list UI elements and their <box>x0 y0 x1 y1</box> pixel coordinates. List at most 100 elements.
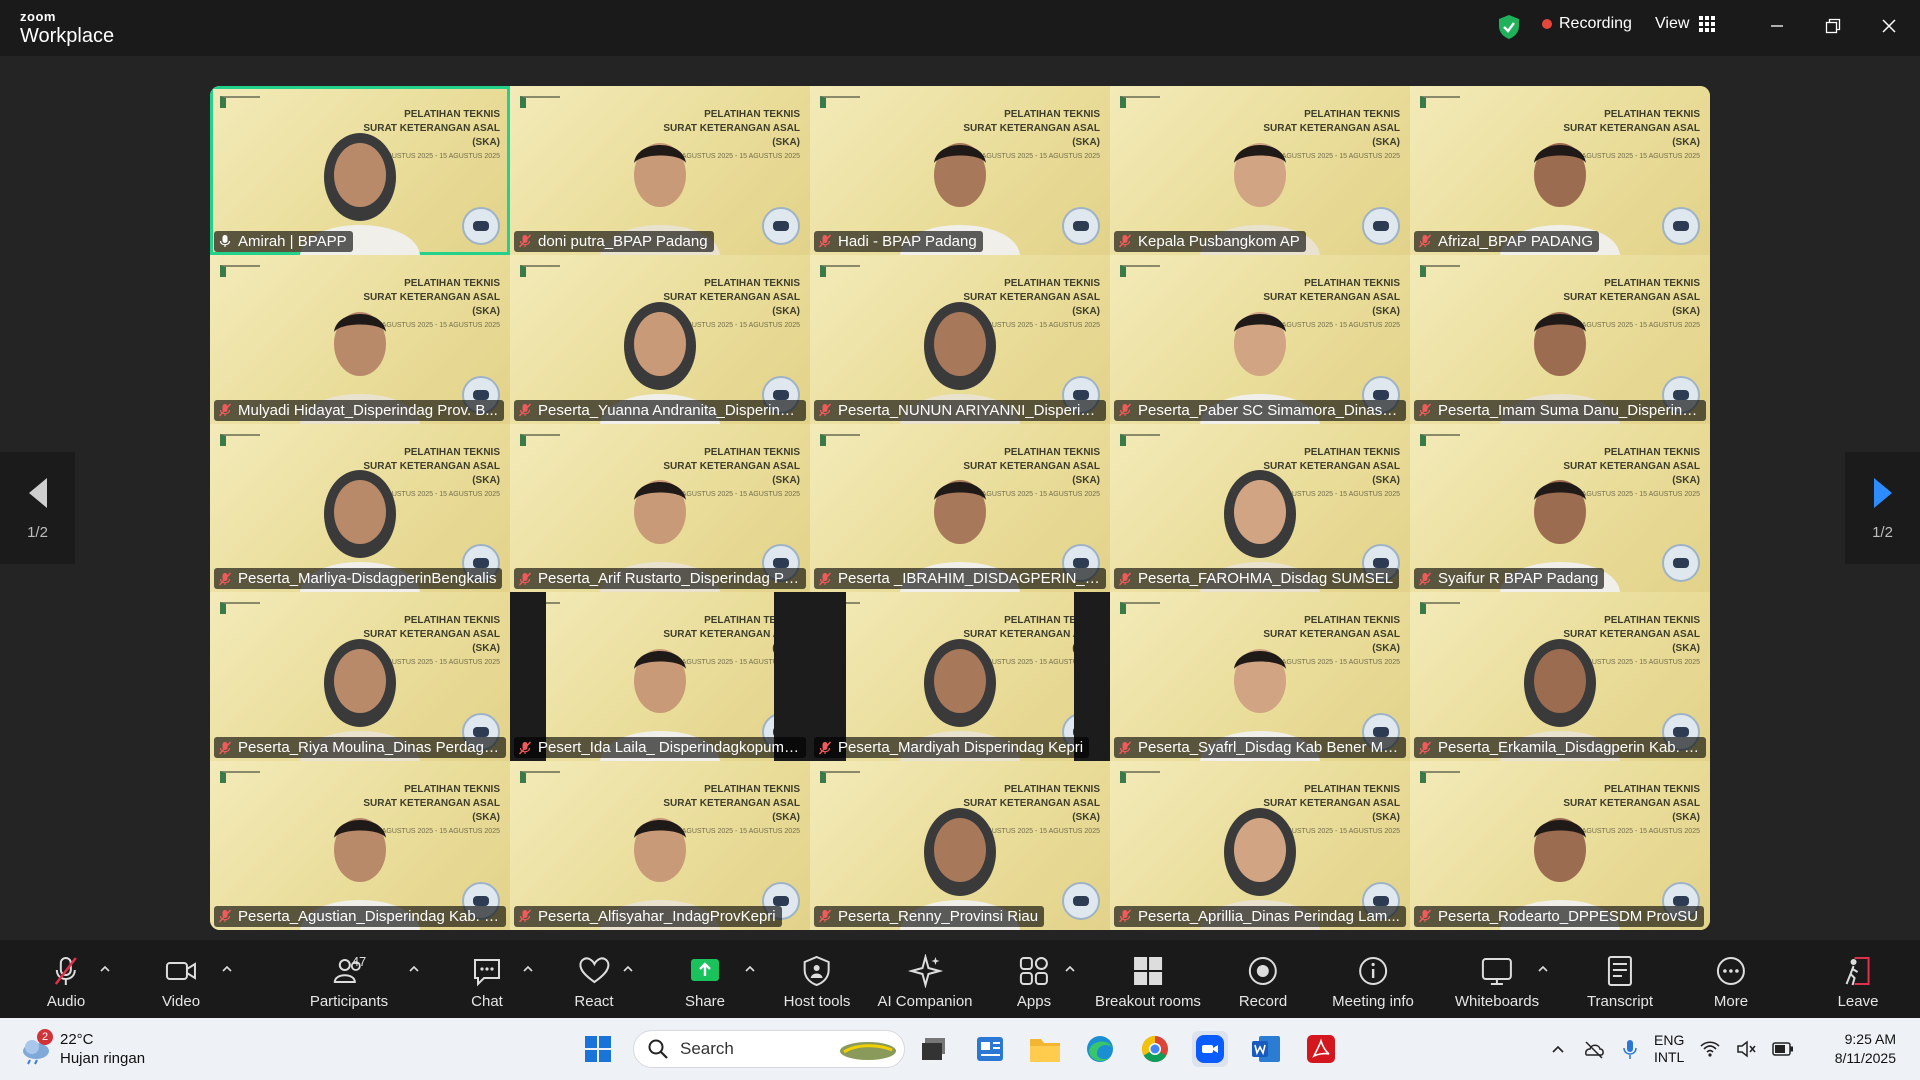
share-options-caret-icon[interactable] <box>743 962 757 976</box>
cloud-offline-icon[interactable] <box>1582 1039 1606 1059</box>
taskbar-task-view[interactable] <box>916 1031 952 1067</box>
video-tile[interactable]: PELATIHAN TEKNIS SURAT KETERANGAN ASAL (SK… <box>810 761 1110 930</box>
react-button[interactable]: React <box>574 954 614 1010</box>
taskbar-word-app[interactable] <box>1248 1031 1284 1067</box>
participant-name-label: Peserta_Aprillia_Dinas Perindag Lam... <box>1114 905 1406 927</box>
apps-options-caret-icon[interactable] <box>1063 962 1077 976</box>
view-button[interactable]: View <box>1655 15 1716 33</box>
search-highlight-icon <box>840 1042 896 1060</box>
apps-button[interactable]: Apps <box>1017 954 1051 1010</box>
taskbar-file-explorer[interactable] <box>1027 1031 1063 1067</box>
speaker-muted-icon[interactable] <box>1736 1040 1756 1058</box>
taskbar-edge-browser[interactable] <box>1082 1031 1118 1067</box>
video-tile[interactable]: PELATIHAN TEKNIS SURAT KETERANGAN ASAL (SK… <box>1410 423 1710 593</box>
participant-name-label: Peserta_Marliya-DisdagperinBengkalis <box>214 568 503 590</box>
battery-icon[interactable] <box>1772 1042 1794 1056</box>
minimize-button[interactable] <box>1755 10 1799 42</box>
participant-name-label: Peserta_Imam Suma Danu_Disperind... <box>1414 399 1706 421</box>
video-tile[interactable]: PELATIHAN TEKNIS SURAT KETERANGAN ASAL (SK… <box>510 761 810 930</box>
participant-name: Mulyadi Hidayat_Disperindag Prov. B... <box>238 401 498 419</box>
next-page-button[interactable]: 1/2 <box>1845 452 1920 564</box>
chevron-up-icon[interactable] <box>1550 1041 1566 1057</box>
video-tile[interactable]: PELATIHAN TEKNIS SURAT KETERANGAN ASAL (SK… <box>1110 761 1410 930</box>
video-tile[interactable]: PELATIHAN TEKNIS SURAT KETERANGAN ASAL (SK… <box>810 423 1110 593</box>
breakout-rooms-button[interactable]: Breakout rooms <box>1095 954 1201 1010</box>
taskbar-search-box[interactable]: Search <box>633 1030 905 1068</box>
video-tile[interactable]: PELATIHAN TEKNIS SURAT KETERANGAN ASAL (SK… <box>510 423 810 593</box>
ministry-logo <box>820 96 860 108</box>
whiteboards-button[interactable]: Whiteboards <box>1455 954 1539 1010</box>
previous-page-button[interactable]: 1/2 <box>0 452 75 564</box>
video-tile[interactable]: PELATIHAN TEKNIS SURAT KETERANGAN ASAL (SK… <box>1110 86 1410 255</box>
clock-date: 8/11/2025 <box>1834 1050 1896 1066</box>
taskbar-clock[interactable]: 9:25 AM 8/11/2025 <box>1835 1030 1896 1068</box>
minimize-icon <box>1771 25 1783 27</box>
video-tile[interactable]: PELATIHAN TEKNIS SURAT KETERANGAN ASAL (SK… <box>1410 254 1710 424</box>
close-button[interactable] <box>1867 10 1911 42</box>
ai-companion-button[interactable]: AI Companion <box>877 954 973 1010</box>
video-tile[interactable]: PELATIHAN TEKNIS SURAT KETERANGAN ASAL (SK… <box>1410 86 1710 255</box>
meeting-info-button[interactable]: Meeting info <box>1332 954 1414 1010</box>
news-widget-icon <box>977 1037 1003 1061</box>
wifi-icon[interactable] <box>1700 1040 1720 1058</box>
host-tools-button[interactable]: Host tools <box>784 954 850 1010</box>
breakout-rooms-label: Breakout rooms <box>1095 993 1201 1010</box>
video-button[interactable]: Video <box>162 954 200 1010</box>
video-tile[interactable]: PELATIHAN TEKNIS SURAT KETERANGAN ASAL (SK… <box>210 761 510 930</box>
participant-name-label: Peserta_Renny_Provinsi Riau <box>814 905 1045 927</box>
share-button[interactable]: Share <box>685 954 725 1010</box>
ministry-logo <box>1420 771 1460 784</box>
encryption-shield-icon[interactable] <box>1498 14 1520 40</box>
video-tile[interactable]: PELATIHAN TEKNIS SURAT KETERANGAN ASAL (SK… <box>810 86 1110 255</box>
video-tile[interactable]: PELATIHAN TEKNIS SURAT KETERANGAN ASAL (SK… <box>210 86 510 255</box>
restore-button[interactable] <box>1811 10 1855 42</box>
video-tile[interactable]: PELATIHAN TEKNIS SURAT KETERANGAN ASAL (SK… <box>810 254 1110 424</box>
chat-button[interactable]: Chat <box>470 954 504 1010</box>
windows-start-button[interactable] <box>580 1031 616 1067</box>
participant-name-label: Peserta_Yuanna Andranita_Disperind... <box>514 399 806 421</box>
whiteboards-options-caret-icon[interactable] <box>1536 962 1550 976</box>
video-options-caret-icon[interactable] <box>220 962 234 976</box>
taskbar-zoom-app[interactable] <box>1192 1031 1228 1067</box>
video-tile[interactable]: PELATIHAN TEKNIS SURAT KETERANGAN ASAL (SK… <box>510 86 810 255</box>
microphone-muted-icon <box>1118 403 1132 417</box>
weather-widget[interactable]: 2 22°C Hujan ringan <box>20 1029 145 1068</box>
react-options-caret-icon[interactable] <box>621 962 635 976</box>
participant-name: Peserta_Arif Rustarto_Disperindag Pr... <box>538 570 800 588</box>
leave-button[interactable]: Leave <box>1838 954 1878 1010</box>
video-tile[interactable]: PELATIHAN TEKNIS SURAT KETERANGAN ASAL (SK… <box>510 254 810 424</box>
video-tile[interactable]: PELATIHAN TEKNIS SURAT KETERANGAN ASAL (SK… <box>1410 761 1710 930</box>
record-button[interactable]: Record <box>1239 954 1287 1010</box>
video-tile[interactable]: PELATIHAN TEKNIS SURAT KETERANGAN ASAL (SK… <box>1410 592 1710 762</box>
input-language-indicator[interactable]: ENG INTL <box>1654 1032 1684 1066</box>
taskbar-app-news[interactable] <box>972 1031 1008 1067</box>
video-tile[interactable]: PELATIHAN TEKNIS SURAT KETERANGAN ASAL (SK… <box>210 592 510 762</box>
microphone-tray-icon[interactable] <box>1622 1038 1638 1060</box>
recording-indicator[interactable]: Recording <box>1542 15 1632 33</box>
participants-button[interactable]: 47 Participants <box>310 954 388 1010</box>
microphone-muted-icon <box>1118 741 1132 755</box>
video-tile[interactable]: PELATIHAN TEKNIS SURAT KETERANGAN ASAL (SK… <box>1110 254 1410 424</box>
participant-name: Peserta_Paber SC Simamora_Dinas K... <box>1138 401 1400 419</box>
video-tile[interactable]: PELATIHAN TEKNIS SURAT KETERANGAN ASAL (SK… <box>1110 423 1410 593</box>
participant-name-label: Pesert_Ida Laila_ Disperindagkopum ... <box>514 737 806 759</box>
video-tile[interactable]: PELATIHAN TEKNIS SURAT KETERANGAN ASAL (SK… <box>210 423 510 593</box>
taskbar-chrome-browser[interactable] <box>1137 1031 1173 1067</box>
audio-options-caret-icon[interactable] <box>98 962 112 976</box>
video-tile[interactable]: PELATIHAN TEKNIS SURAT KETERANGAN ASAL (SK… <box>810 592 1110 762</box>
participant-name-label: Peserta_Rodearto_DPPESDM ProvSU <box>1414 905 1705 927</box>
mascot-robot-icon <box>1062 881 1100 920</box>
video-tile[interactable]: PELATIHAN TEKNIS SURAT KETERANGAN ASAL (SK… <box>1110 592 1410 762</box>
search-placeholder: Search <box>680 1039 734 1058</box>
more-button[interactable]: More <box>1714 954 1748 1010</box>
participant-name-label: Syaifur R BPAP Padang <box>1414 568 1605 590</box>
taskbar-acrobat-app[interactable] <box>1303 1031 1339 1067</box>
chat-options-caret-icon[interactable] <box>521 962 535 976</box>
participant-name-label: Peserta_Alfisyahar_IndagProvKepri <box>514 905 782 927</box>
video-tile[interactable]: PELATIHAN TEKNIS SURAT KETERANGAN ASAL (SK… <box>210 254 510 424</box>
audio-button[interactable]: Audio <box>47 954 85 1010</box>
microphone-muted-icon <box>1118 234 1132 248</box>
participants-options-caret-icon[interactable] <box>407 962 421 976</box>
video-tile[interactable]: PELATIHAN TEKNIS SURAT KETERANGAN ASAL (SK… <box>510 592 810 762</box>
transcript-button[interactable]: Transcript <box>1587 954 1653 1010</box>
